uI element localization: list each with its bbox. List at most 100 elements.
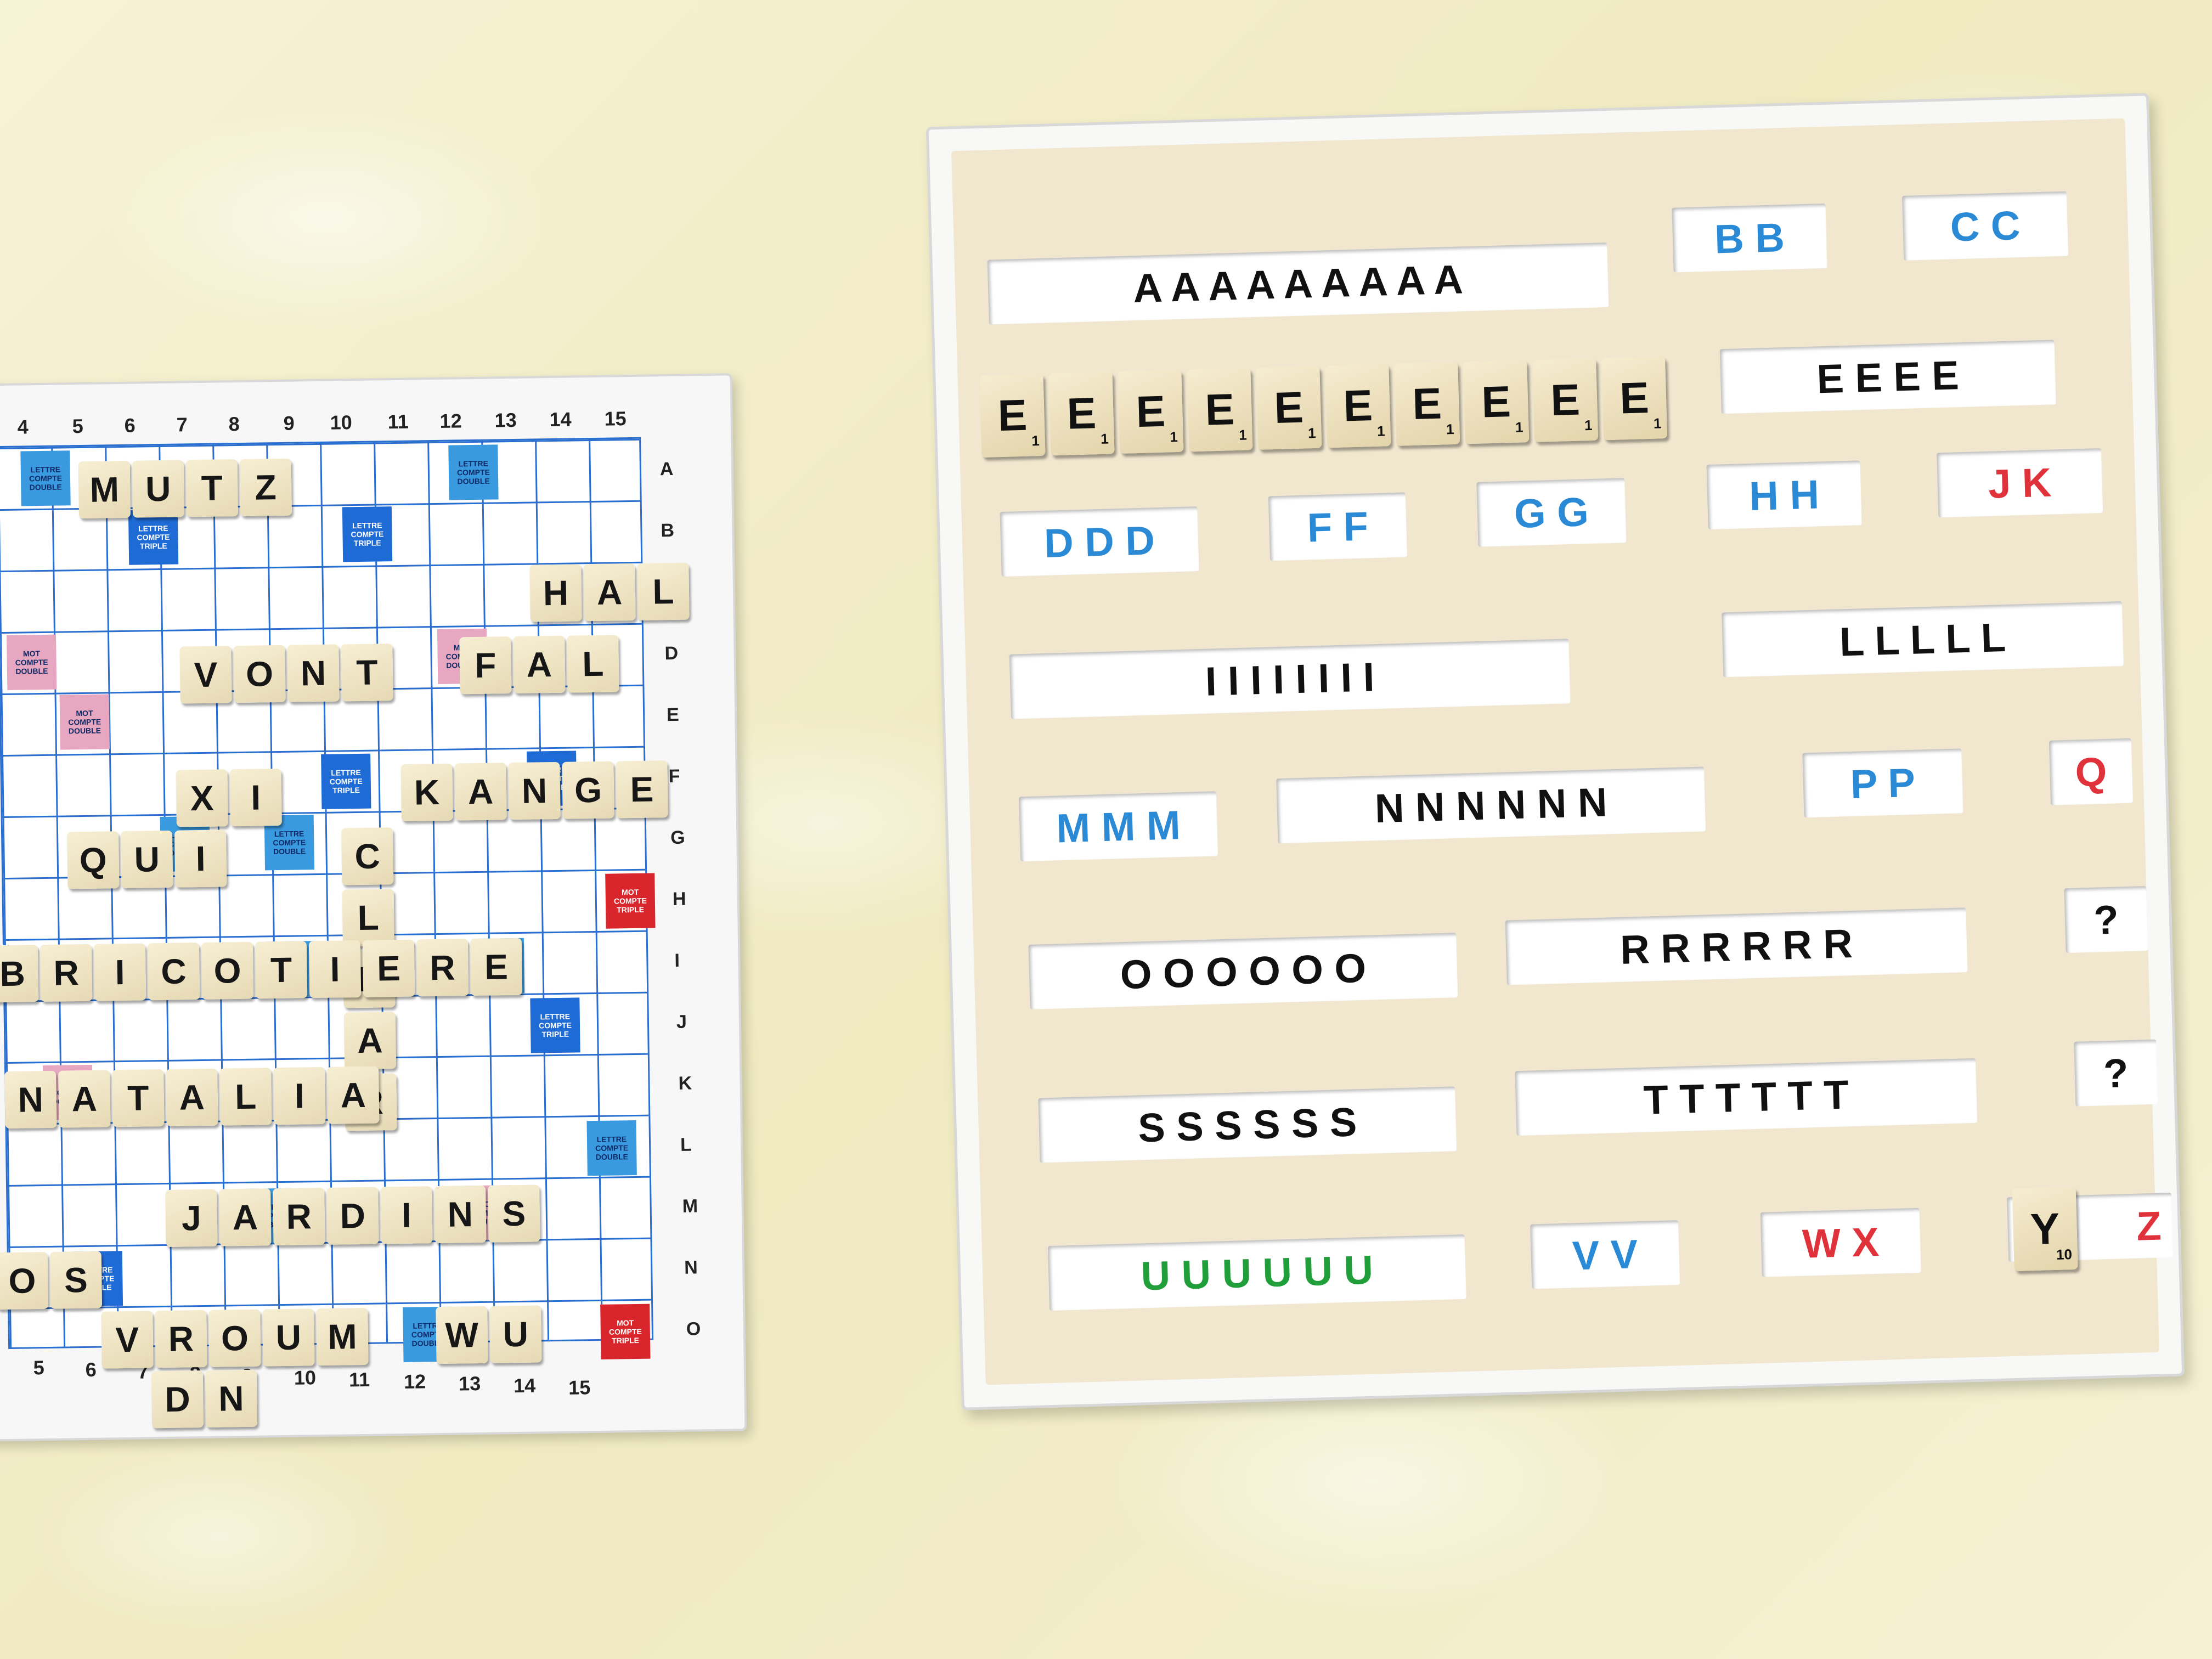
col-number-bottom: 11 [348,1368,370,1391]
premium-square-mct: MOT COMPTE TRIPLE [605,873,656,929]
e-tile: E1 [1601,356,1668,441]
premium-square-lcd: LETTRE COMPTE DOUBLE [20,450,71,506]
board-tile: K [400,763,453,821]
slot-jk: J K [1937,448,2103,518]
row-letter: I [674,950,680,971]
board-tile: T [341,644,393,702]
slot-a: A A A A A A A A A [987,242,1609,325]
col-number: 15 [604,407,627,430]
col-number: 8 [228,412,240,436]
scrabble-board: 3 4 5 6 7 8 9 10 11 12 13 14 15 5 6 7 8 … [0,373,747,1442]
board-tile: A [343,1012,397,1070]
col-number: 12 [439,409,462,432]
row-letter: A [659,458,674,480]
slot-t: T T T T T T [1515,1058,1978,1136]
board-tile: R [273,1187,325,1246]
letter-distribution-board: A A A A A A A A A B B C C E E E E E1E1E1… [926,93,2185,1410]
col-number: 4 [17,415,29,438]
slot-blank-2: ? [2074,1039,2158,1107]
board-tile: I [308,940,362,998]
col-number: 10 [330,411,352,434]
board-tile: A [219,1188,272,1246]
board-tile: A [454,763,507,821]
board-tile: B [0,945,39,1003]
board-tile: H [529,564,582,622]
board-tile: W [436,1306,488,1364]
premium-square-mcd: MOT COMPTE DOUBLE [7,634,57,690]
board-tile: S [488,1184,540,1243]
board-tile: Q [67,831,120,889]
col-number-bottom: 6 [85,1358,97,1381]
board-tile: R [40,944,93,1002]
slot-e: E E E E [1719,340,2056,414]
col-number-bottom: 14 [513,1374,536,1397]
slot-p: P P [1802,748,1963,818]
slot-n: N N N N N N [1276,766,1706,844]
board-tiles: MUTZHALVONTFALXIKANGEQUICLBARBRICOTIEREN… [0,375,730,1429]
board-tile: R [155,1310,207,1368]
slot-wx: W X [1760,1207,1921,1277]
e-tile: E1 [979,373,1046,458]
slot-s: S S S S S S [1038,1086,1457,1163]
slot-l: L L L L L [1722,601,2124,678]
slot-g: G G [1476,478,1627,547]
col-number: 7 [176,413,188,436]
slot-v: V V [1530,1220,1680,1289]
board-tile: O [201,941,254,1000]
rack-inner: A A A A A A A A A B B C C E E E E E1E1E1… [951,118,2174,1385]
board-tile: I [273,1066,326,1125]
premium-square-lct: LETTRE COMPTE TRIPLE [321,753,371,809]
row-letter: G [670,827,685,849]
slot-d: D D D [1000,506,1199,577]
col-number: 5 [72,414,84,438]
board-tile: N [508,761,561,820]
board-tile: I [229,768,282,827]
col-number: 9 [283,411,295,435]
board-tile: L [342,889,394,947]
board-tile: U [262,1308,315,1367]
col-number: 14 [549,408,572,431]
col-number-bottom: 15 [568,1376,591,1399]
e-tiles-row: E1E1E1E1E1E1E1E1E1E1 [979,356,1668,458]
e-tile: E1 [1325,364,1391,448]
slot-blank-1: ? [2064,886,2148,953]
board-tile: E [362,939,415,997]
premium-square-lct: LETTRE COMPTE TRIPLE [530,997,580,1053]
row-letter: N [684,1257,698,1278]
premium-square-lcd: LETTRE COMPTE DOUBLE [448,444,499,500]
board-tile: I [174,830,227,888]
board-tile: U [489,1305,542,1363]
board-tile: D [326,1187,379,1245]
board-tile: A [583,563,636,622]
slot-i: I I I I I I I I [1009,639,1571,719]
slot-b: B B [1672,203,1827,273]
board-tile: S [49,1251,103,1309]
row-letter: D [664,642,679,664]
row-letter: K [678,1073,692,1094]
board-tile: T [112,1069,165,1127]
board-tile: X [176,769,228,827]
row-letter: E [666,704,680,726]
e-tile: E1 [1532,358,1599,442]
slot-o: O O O O O O [1028,933,1458,1009]
board-tile: U [132,460,185,518]
e-tile: E1 [1463,360,1530,444]
slot-c: C C [1901,191,2069,261]
premium-square-lcd: LETTRE COMPTE DOUBLE [586,1120,637,1176]
y-tile: Y 10 [2012,1187,2078,1272]
board-tile: O [233,645,286,703]
board-tile: C [147,943,200,1001]
col-number-bottom: 5 [33,1356,44,1379]
slot-r: R R R R R R [1505,907,1968,985]
board-tile: A [166,1068,218,1126]
col-number-bottom: 13 [458,1372,481,1395]
board-tile: E [470,938,523,996]
board-tile: A [327,1066,380,1124]
col-number: 6 [124,414,136,437]
board-tile: I [380,1186,433,1244]
board-tile: V [101,1311,154,1369]
row-letter: F [668,765,680,787]
board-tile: M [316,1307,369,1366]
board-tile: O [0,1251,49,1310]
row-letter: B [661,520,675,541]
